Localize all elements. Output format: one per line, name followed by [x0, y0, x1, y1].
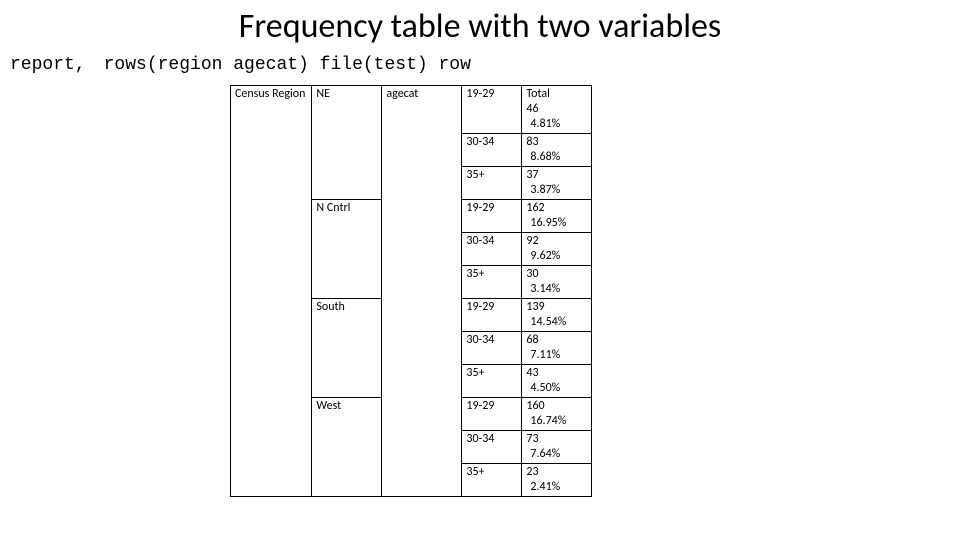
- pct-value: 16.74%: [526, 414, 585, 429]
- agecat-cell: 19-29: [462, 299, 522, 332]
- agecat-cell: 19-29: [462, 86, 522, 134]
- count-value: 37: [526, 168, 538, 182]
- agecat-cell: 35+: [462, 464, 522, 497]
- pct-value: 4.81%: [526, 117, 585, 132]
- total-header: Total: [526, 87, 549, 101]
- region-cell: West: [312, 398, 382, 497]
- region-cell: NE: [312, 86, 382, 200]
- pct-value: 2.41%: [526, 480, 585, 495]
- command-args: rows(region agecat) file(test) row: [104, 55, 471, 75]
- count-value: 139: [526, 300, 544, 314]
- agecat-cell: 19-29: [462, 398, 522, 431]
- agecat-cell: 35+: [462, 266, 522, 299]
- count-value: 30: [526, 267, 538, 281]
- agecat-cell: 30-34: [462, 332, 522, 365]
- total-cell: 68 7.11%: [522, 332, 592, 365]
- count-value: 43: [526, 366, 538, 380]
- pct-value: 8.68%: [526, 150, 585, 165]
- agecat-cell: 19-29: [462, 200, 522, 233]
- frequency-table-body: Census Region NE agecat 19-29 Total 46 4…: [231, 86, 592, 497]
- count-value: 23: [526, 465, 538, 479]
- pct-value: 9.62%: [526, 249, 585, 264]
- total-cell: 83 8.68%: [522, 134, 592, 167]
- total-cell: 139 14.54%: [522, 299, 592, 332]
- total-cell: 92 9.62%: [522, 233, 592, 266]
- total-cell: 23 2.41%: [522, 464, 592, 497]
- pct-value: 16.95%: [526, 216, 585, 231]
- total-cell: 160 16.74%: [522, 398, 592, 431]
- row-dimension-label: Census Region: [231, 86, 312, 497]
- report-command: report, rows(region agecat) file(test) ro…: [10, 55, 960, 75]
- slide-title: Frequency table with two variables: [0, 6, 960, 47]
- pct-value: 4.50%: [526, 381, 585, 396]
- pct-value: 3.87%: [526, 183, 585, 198]
- total-cell: 73 7.64%: [522, 431, 592, 464]
- region-cell: N Cntrl: [312, 200, 382, 299]
- agecat-cell: 30-34: [462, 233, 522, 266]
- agecat-cell: 35+: [462, 365, 522, 398]
- pct-value: 7.64%: [526, 447, 585, 462]
- total-cell: Total 46 4.81%: [522, 86, 592, 134]
- pct-value: 3.14%: [526, 282, 585, 297]
- count-value: 162: [526, 201, 544, 215]
- count-value: 160: [526, 399, 544, 413]
- total-cell: 30 3.14%: [522, 266, 592, 299]
- col-dimension-label: agecat: [382, 86, 462, 497]
- total-cell: 37 3.87%: [522, 167, 592, 200]
- count-value: 92: [526, 234, 538, 248]
- count-value: 83: [526, 135, 538, 149]
- table-header-row: Census Region NE agecat 19-29 Total 46 4…: [231, 86, 592, 134]
- pct-value: 14.54%: [526, 315, 585, 330]
- agecat-cell: 30-34: [462, 431, 522, 464]
- total-cell: 162 16.95%: [522, 200, 592, 233]
- agecat-cell: 30-34: [462, 134, 522, 167]
- total-cell: 43 4.50%: [522, 365, 592, 398]
- count-value: 73: [526, 432, 538, 446]
- frequency-table: Census Region NE agecat 19-29 Total 46 4…: [230, 85, 592, 497]
- agecat-cell: 35+: [462, 167, 522, 200]
- count-value: 68: [526, 333, 538, 347]
- pct-value: 7.11%: [526, 348, 585, 363]
- command-keyword: report,: [10, 55, 86, 75]
- region-cell: South: [312, 299, 382, 398]
- count-value: 46: [526, 102, 538, 116]
